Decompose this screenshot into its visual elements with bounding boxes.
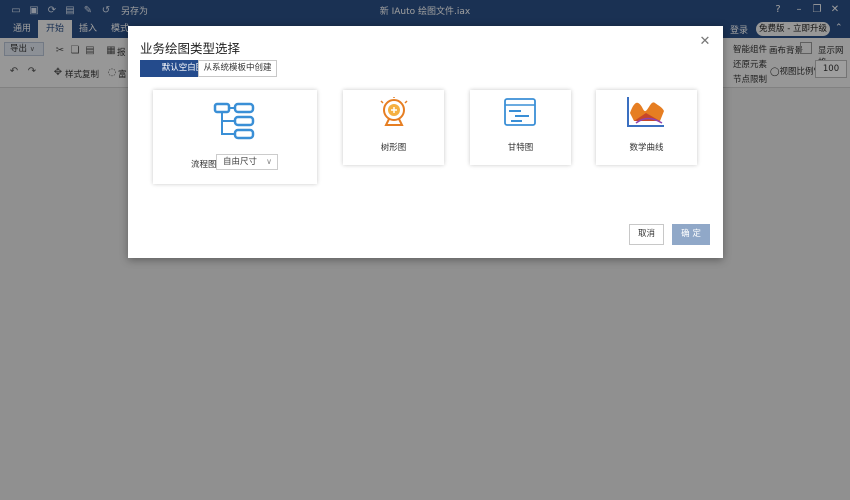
gantt-card[interactable]: 甘特图 — [470, 90, 571, 165]
size-select[interactable]: 自由尺寸 ∨ — [216, 154, 278, 170]
gantt-icon — [504, 98, 536, 126]
math-curve-icon — [627, 97, 664, 127]
dialog-title: 业务绘图类型选择 — [140, 41, 241, 56]
size-select-value: 自由尺寸 — [223, 157, 258, 167]
confirm-button[interactable]: 确 定 — [672, 224, 710, 245]
tree-label: 树形图 — [380, 143, 407, 153]
math-curve-card[interactable]: 数学曲线 — [596, 90, 697, 165]
flowchart-label: 流程图 — [191, 160, 217, 170]
chart-type-dialog: 业务绘图类型选择 ✕ 默认空白图 从系统模板中创建 流程图 自由尺寸 ∨ 树形图 — [128, 26, 723, 258]
close-icon[interactable]: ✕ — [698, 35, 712, 49]
tree-icon — [380, 97, 408, 126]
chevron-down-icon: ∨ — [266, 157, 272, 166]
tab-from-template[interactable]: 从系统模板中创建 — [198, 60, 277, 77]
math-curve-label: 数学曲线 — [629, 143, 664, 153]
flowchart-card[interactable]: 流程图 自由尺寸 ∨ — [153, 90, 317, 184]
gantt-label: 甘特图 — [507, 143, 534, 153]
cancel-button[interactable]: 取消 — [629, 224, 664, 245]
flowchart-icon — [213, 102, 255, 140]
tree-card[interactable]: 树形图 — [343, 90, 444, 165]
